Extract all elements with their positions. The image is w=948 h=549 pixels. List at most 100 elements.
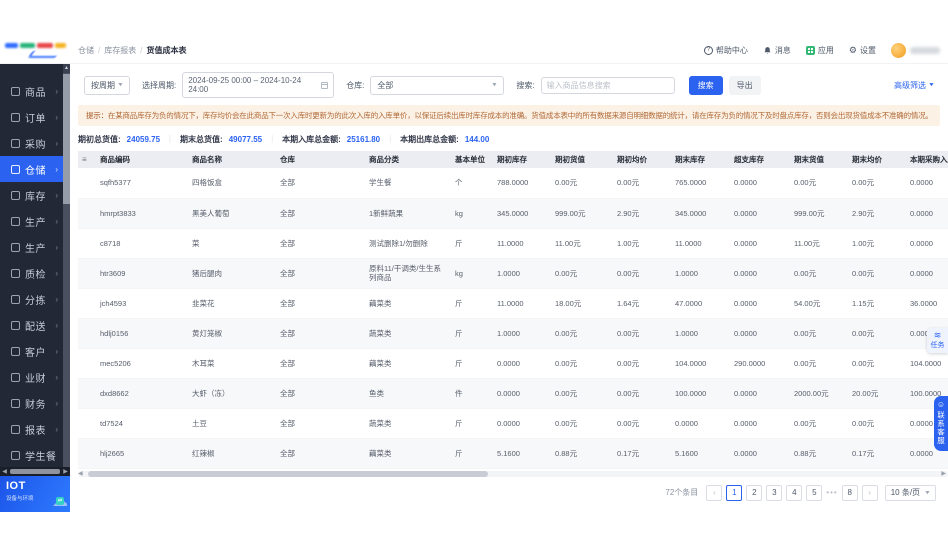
contact-support-button[interactable]: ☺ 联系客服 [934,396,948,451]
sidebar-item-biz-finance[interactable]: 业财 › [0,364,63,390]
page-button-8[interactable]: 8 [841,484,858,501]
sidebar-item-quality[interactable]: 质检 › [0,260,63,286]
sidebar-scrollbar-thumb[interactable] [63,74,70,204]
sidebar-item-label: 订单 [25,113,46,125]
period-label: 选择周期: [141,80,177,90]
sidebar-item-inventory[interactable]: 库存 › [0,182,63,208]
page-button-1[interactable]: 1 [726,484,743,501]
table-cell: 11.00元 [794,238,820,248]
table-cell: 0.88元 [555,448,578,458]
advanced-filter-link[interactable]: 高级筛选 ▼ [894,80,942,91]
scroll-left-icon[interactable]: ◀ [78,470,83,477]
apps-button[interactable]: 应用 [805,45,834,56]
export-button[interactable]: 导出 [728,75,761,95]
sidebar-item-orders[interactable]: 订单 › [0,104,63,130]
sidebar-item-label: 商品 [25,87,46,99]
table-cell: 0.00元 [617,268,640,278]
scroll-right-icon[interactable]: ▶ [941,470,946,477]
page-button-4[interactable]: 4 [786,484,803,501]
sidebar-item-student-meal[interactable]: 学生餐 [0,442,63,468]
table-cell: 0.00元 [555,178,578,188]
sidebar-scroll-up-icon[interactable]: ▲ [63,64,70,73]
next-page-button[interactable]: › [861,484,878,501]
sidebar-item-label: 生产 [25,217,46,229]
user-menu[interactable] [891,43,940,58]
table-cell: 0.0000 [734,238,757,248]
sidebar-item-reports[interactable]: 报表 › [0,416,63,442]
table-header-row: ≡ 商品编码 商品名称 仓库 商品分类 基本单位 期初库存 期初货值 期初均价 期末库存 超支库存期… [78,151,948,168]
sidebar-item-sorting[interactable]: 分拣 › [0,286,63,312]
sidebar-item-purchase[interactable]: 采购 › [0,130,63,156]
sidebar-item-label: 质检 [25,269,46,281]
table-cell: 0.00元 [852,178,875,188]
table-cell: hmrpt3833 [100,208,136,218]
table-cell: 0.0000 [734,208,757,218]
sidebar-item-goods[interactable]: 商品 › [0,78,63,104]
table-cell: 黑美人葡萄 [192,208,230,218]
table-cell: 全部 [280,238,295,248]
table-cell: 斤 [455,298,463,308]
scroll-right-icon[interactable]: ▶ [61,468,70,475]
sidebar-item-finance[interactable]: 财务 › [0,390,63,416]
prev-page-button[interactable]: ‹ [706,484,723,501]
table-cell: 0.00元 [794,328,817,338]
task-label: 任务 [930,342,945,349]
sidebar-hscrollbar-thumb[interactable] [10,469,60,474]
chevron-right-icon: › [55,372,58,382]
table-cell: kg [455,208,463,218]
column-settings-icon[interactable]: ≡ [82,155,87,164]
sidebar-scrollbar-track[interactable] [63,64,70,468]
apps-icon [805,46,815,55]
task-panel-button[interactable]: ≋ 任务 [927,328,948,353]
page-button-2[interactable]: 2 [746,484,763,501]
period-mode-button[interactable]: 按周期 ▼ [84,75,130,95]
sidebar-item-label: 业财 [25,373,46,385]
scroll-left-icon[interactable]: ◀ [0,468,9,475]
row-icon-cell [78,258,96,288]
table-cell: 0.00元 [617,388,640,398]
sidebar-item-production[interactable]: 生产 › [0,208,63,234]
support-label: 联系客服 [936,411,946,445]
breadcrumb-item[interactable]: 库存报表 [104,45,136,56]
chevron-down-icon: ▼ [924,489,931,496]
table-cell: 0.0000 [734,298,757,308]
sidebar-item-production-2[interactable]: 生产 › [0,234,63,260]
date-range-input[interactable]: 2024-09-25 00:00 – 2024-10-24 24:00 [182,72,335,98]
table-hscrollbar-thumb[interactable] [88,470,488,477]
table-cell: 1.15元 [852,298,875,308]
search-input[interactable] [540,76,675,94]
table-cell: 54.00元 [794,298,821,308]
breadcrumb-item[interactable]: 仓储 [78,45,94,56]
page-size-select[interactable]: 10 条/页 ▼ [884,484,936,501]
table-cell: 四格饭盒 [192,178,222,188]
table-cell: 0.00元 [852,418,875,428]
iot-banner[interactable]: IOT 设备与环境 ☁ ⇄ [0,476,70,512]
messages-button[interactable]: 消息 [763,45,791,56]
row-icon-cell [78,378,96,408]
top-bar: 仓储 / 库存报表 / 货值成本表 ? 帮助中心 消息 应用 ⚙ 设置 [0,38,948,64]
table-cell: 0.00元 [794,418,817,428]
sidebar-item-customers[interactable]: 客户 › [0,338,63,364]
table-cell: 0.0000 [497,388,520,398]
student-meal-icon [11,450,20,460]
warehouse-select[interactable]: 全部 ▼ [370,75,505,95]
table-cell: 11.0000 [497,238,524,248]
table-cell: 104.0000 [675,358,707,368]
sidebar-item-warehouse[interactable]: 仓储 › [0,156,63,182]
table-cell: 全部 [280,448,295,458]
table-cell: 0.0000 [910,178,933,188]
table-cell: 斤 [455,448,463,458]
summary-separator: ｜ [268,135,277,144]
table-row: td7524 土豆 全部 蔬菜类 斤 0.0000 0.00元 0.00元 0.0000 0.00… [78,408,948,438]
sidebar-item-delivery[interactable]: 配送 › [0,312,63,338]
settings-button[interactable]: ⚙ 设置 [849,45,876,56]
table-row: sqfh5377 四格饭盒 全部 学生餐 个 788.0000 0.00元 0.00元 765.… [78,168,948,198]
help-center-button[interactable]: ? 帮助中心 [703,45,748,56]
search-button[interactable]: 搜索 [688,75,723,95]
table-cell: 0.00元 [555,358,578,368]
warehouse-label: 仓库: [346,80,365,90]
page-button-5[interactable]: 5 [806,484,823,501]
page-button-3[interactable]: 3 [766,484,783,501]
sidebar-item-label: 生产 [25,243,46,255]
row-icon-cell [78,288,96,318]
